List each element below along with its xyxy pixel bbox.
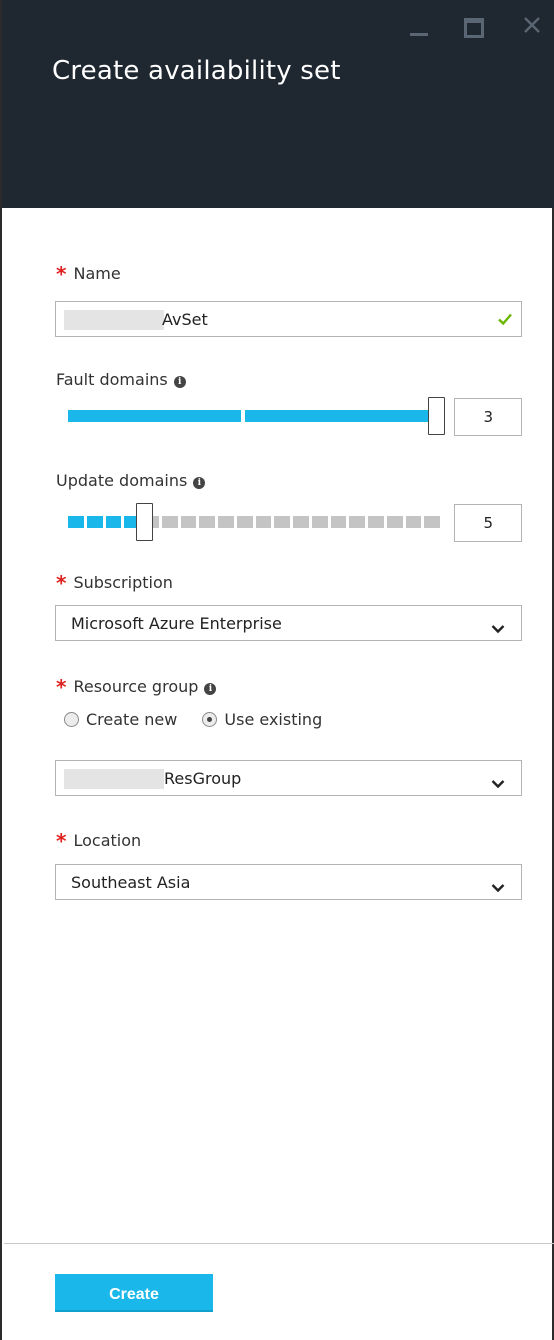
check-icon [497, 311, 513, 331]
resource-group-select[interactable]: ResGroup [55, 760, 522, 796]
update-domains-label-row: Update domains i [56, 471, 206, 490]
update-domain-segment [180, 516, 197, 528]
update-domain-segment [255, 516, 272, 528]
update-domain-segment [349, 516, 365, 528]
info-icon[interactable]: i [173, 376, 186, 388]
redacted-text [64, 769, 164, 789]
update-domain-segment [199, 516, 215, 528]
blade-title: Create availability set [52, 56, 341, 86]
chevron-down-icon [491, 774, 505, 793]
name-input-value: AvSet [162, 310, 208, 329]
fault-domains-label-row: Fault domains i [56, 370, 186, 389]
update-domain-segment [311, 516, 328, 528]
fault-domains-label: Fault domains [56, 370, 168, 389]
required-asterisk: * [56, 829, 67, 853]
location-label: Location [73, 831, 142, 850]
resource-group-value: ResGroup [164, 769, 242, 788]
location-select[interactable]: Southeast Asia [55, 864, 522, 900]
update-domain-segment [293, 516, 309, 528]
required-asterisk: * [56, 571, 67, 595]
footer-divider [4, 1243, 554, 1244]
resource-group-mode: Create new Use existing [64, 710, 322, 729]
fault-domains-value-box[interactable]: 3 [454, 398, 522, 436]
update-domain-segment [161, 516, 178, 528]
update-domain-segment [330, 516, 347, 528]
update-domain-segment [424, 516, 440, 528]
info-icon[interactable]: i [204, 683, 217, 695]
subscription-select[interactable]: Microsoft Azure Enterprise [55, 605, 522, 641]
update-domain-segment [68, 516, 84, 528]
resource-group-label-row: * Resource group i [56, 675, 217, 699]
update-domain-segment [368, 516, 384, 528]
subscription-value: Microsoft Azure Enterprise [71, 614, 282, 633]
update-domain-segment [274, 516, 290, 528]
location-label-row: * Location [56, 829, 141, 853]
resource-group-label: Resource group [73, 677, 199, 696]
minimize-icon[interactable] [406, 14, 434, 38]
blade-header: Create availability set [2, 0, 554, 208]
radio-use-existing[interactable]: Use existing [202, 710, 322, 729]
update-domains-slider[interactable] [68, 503, 440, 541]
radio-create-new[interactable]: Create new [64, 710, 177, 729]
update-domain-segment [105, 516, 122, 528]
fault-domains-thumb[interactable] [428, 397, 445, 435]
update-domain-segment [236, 516, 253, 528]
required-asterisk: * [56, 262, 67, 286]
subscription-label: Subscription [73, 573, 173, 592]
update-domains-thumb[interactable] [136, 503, 153, 541]
close-icon[interactable] [518, 14, 546, 38]
create-button[interactable]: Create [55, 1274, 213, 1312]
radio-use-existing-circle[interactable] [202, 712, 218, 727]
update-domains-value-box[interactable]: 5 [454, 504, 522, 542]
location-value: Southeast Asia [71, 873, 191, 892]
name-label: Name [73, 264, 121, 283]
radio-create-new-circle[interactable] [64, 712, 79, 727]
fault-domains-slider[interactable] [68, 397, 445, 435]
update-domain-segment [218, 516, 234, 528]
info-icon[interactable]: i [193, 477, 206, 489]
subscription-label-row: * Subscription [56, 571, 173, 595]
fault-segment-2 [245, 410, 431, 422]
update-domain-segment [405, 516, 422, 528]
chevron-down-icon [491, 619, 505, 638]
name-label-row: * Name [56, 262, 121, 286]
chevron-down-icon [491, 878, 505, 897]
update-domain-segment [86, 516, 103, 528]
redacted-text [64, 310, 164, 330]
name-input[interactable]: AvSet [55, 301, 522, 337]
radio-use-existing-label: Use existing [224, 710, 323, 729]
update-domains-label: Update domains [56, 471, 188, 490]
radio-create-new-label: Create new [86, 710, 178, 729]
fault-segment-1 [68, 410, 241, 422]
required-asterisk: * [56, 675, 67, 699]
update-domain-segment [386, 516, 403, 528]
blade-frame: Create availability set * Name AvSet Faul… [0, 0, 554, 1340]
maximize-icon[interactable] [460, 14, 488, 38]
